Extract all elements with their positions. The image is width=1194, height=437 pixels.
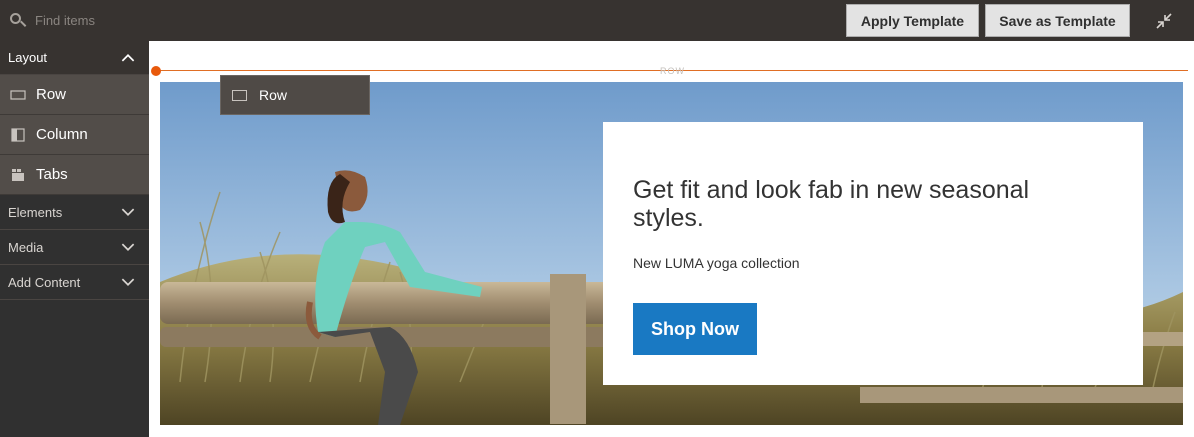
row-drag-preview[interactable]: Row — [220, 75, 370, 115]
chevron-up-icon — [121, 54, 135, 62]
row-marker-label: ROW — [660, 66, 685, 76]
sidebar-item-row[interactable]: Row — [0, 75, 149, 115]
panel-sidebar: Layout Row Column Tabs Elements Media Ad… — [0, 41, 149, 437]
sidebar-item-label: Tabs — [36, 166, 68, 183]
row-icon — [232, 89, 247, 101]
chevron-down-icon — [121, 243, 135, 251]
banner-heading: Get fit and look fab in new seasonal sty… — [633, 176, 1030, 232]
media-section-header[interactable]: Media — [0, 230, 149, 265]
chevron-down-icon — [121, 278, 135, 286]
shop-now-button[interactable]: Shop Now — [633, 303, 757, 355]
save-as-template-button[interactable]: Save as Template — [985, 4, 1130, 37]
search-icon — [10, 12, 27, 29]
top-toolbar: Apply Template Save as Template — [0, 0, 1194, 41]
search-box — [0, 0, 148, 41]
elements-section-header[interactable]: Elements — [0, 195, 149, 230]
banner-content-card: Get fit and look fab in new seasonal sty… — [603, 122, 1143, 385]
row-tag-label: Row — [259, 87, 288, 103]
section-label: Media — [8, 239, 44, 255]
apply-template-button[interactable]: Apply Template — [846, 4, 979, 37]
sidebar-item-tabs[interactable]: Tabs — [0, 155, 149, 195]
section-label: Elements — [8, 204, 63, 220]
collapse-fullscreen-icon[interactable] — [1154, 11, 1174, 31]
column-icon — [10, 127, 26, 142]
banner-subtext: New LUMA yoga collection — [633, 255, 800, 271]
sidebar-item-column[interactable]: Column — [0, 115, 149, 155]
search-input[interactable] — [35, 13, 135, 28]
layout-section-header[interactable]: Layout — [0, 41, 149, 75]
sidebar-item-label: Row — [36, 86, 67, 103]
section-label: Add Content — [8, 274, 81, 290]
stage-bottom-edge — [149, 425, 1194, 437]
layout-section-label: Layout — [8, 50, 48, 65]
row-icon — [10, 88, 26, 102]
tabs-icon — [10, 168, 26, 182]
sidebar-item-label: Column — [36, 126, 88, 143]
chevron-down-icon — [121, 208, 135, 216]
row-drop-handle[interactable] — [151, 66, 161, 76]
add-content-section-header[interactable]: Add Content — [0, 265, 149, 300]
